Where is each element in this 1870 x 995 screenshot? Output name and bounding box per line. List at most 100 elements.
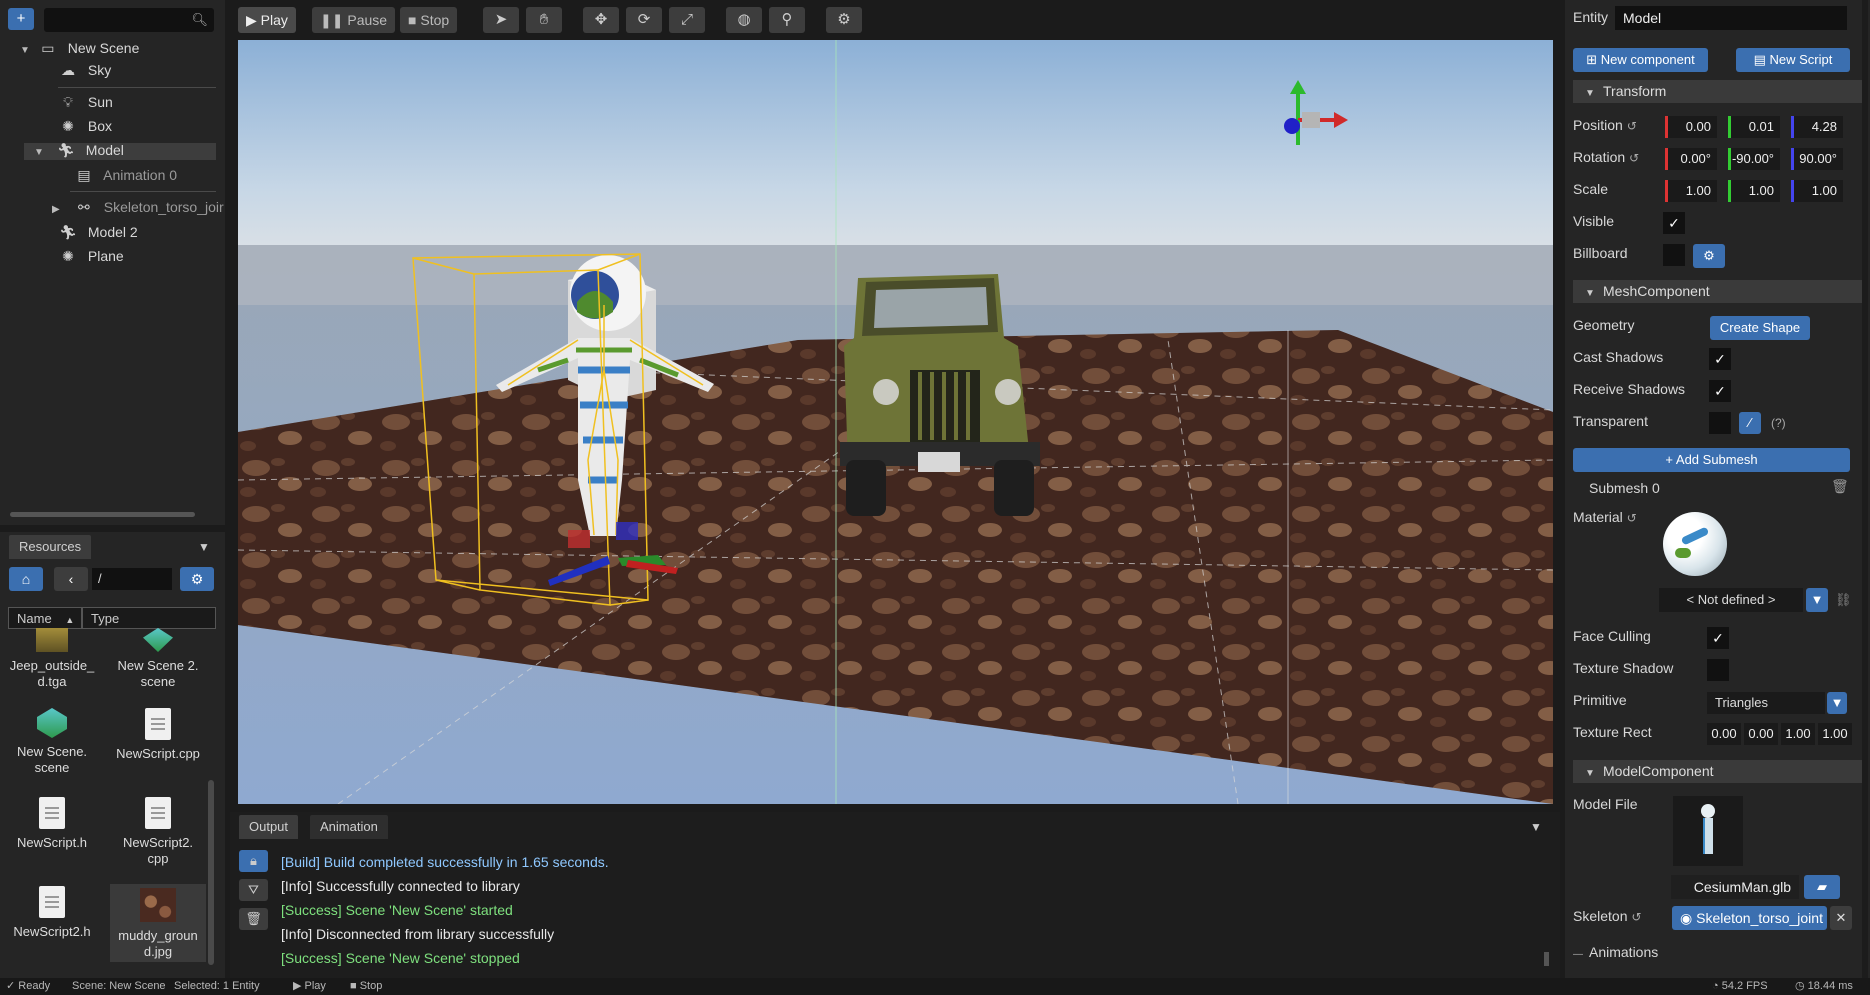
file-item[interactable]: NewScript.h (2, 797, 102, 851)
transform-header[interactable]: ▼ Transform (1573, 80, 1863, 103)
path-input[interactable]: / (92, 568, 172, 590)
file-item[interactable]: New Scene 2. scene (108, 628, 208, 690)
lock-button[interactable]: 🔒︎ (239, 850, 268, 872)
stop-button[interactable]: ■ Stop (400, 7, 458, 33)
global-space-button[interactable]: ◍ (726, 7, 762, 33)
help-hint[interactable]: (?) (1771, 416, 1786, 430)
scale-x-input[interactable]: 1.00 (1665, 180, 1717, 202)
back-button[interactable]: ‹ (54, 567, 88, 591)
transparent-checkbox[interactable] (1709, 412, 1731, 434)
texture-rect-y-input[interactable]: 0.00 (1744, 723, 1778, 745)
status-stop-button[interactable]: ■ Stop (350, 978, 382, 995)
rotate-tool-button[interactable]: ⟳ (626, 7, 662, 33)
receive-shadows-checkbox[interactable]: ✓ (1709, 380, 1731, 402)
output-scrollbar[interactable] (1544, 952, 1549, 966)
column-header-type[interactable]: Type (82, 607, 216, 629)
unlink-icon[interactable]: ⛓ (1835, 592, 1852, 608)
new-script-button[interactable]: ▤ New Script (1736, 48, 1850, 72)
scale-y-input[interactable]: 1.00 (1728, 180, 1780, 202)
texture-rect-w-input[interactable]: 1.00 (1781, 723, 1815, 745)
tree-item-sun[interactable]: 💡︎ Sun (58, 91, 113, 113)
primitive-select[interactable]: Triangles (1707, 692, 1825, 714)
move-tool-button[interactable]: ✥ (583, 7, 619, 33)
cast-shadows-checkbox[interactable]: ✓ (1709, 348, 1731, 370)
material-select[interactable]: < Not defined > (1659, 588, 1803, 612)
panel-menu-icon[interactable]: ▼ (198, 540, 210, 554)
output-menu-icon[interactable]: ▼ (1530, 820, 1542, 834)
column-header-name[interactable]: Name ▲ (8, 607, 82, 629)
tab-output[interactable]: Output (239, 815, 299, 839)
tree-item-model-2[interactable]: 🏃︎ Model 2 (58, 221, 138, 243)
filter-button[interactable]: ⛛ (239, 879, 268, 901)
pause-button[interactable]: ❚❚ Pause (312, 7, 396, 33)
create-shape-button[interactable]: Create Shape (1710, 316, 1810, 340)
new-component-button[interactable]: ⊞ New component (1573, 48, 1708, 72)
file-item-selected[interactable]: muddy_groun d.jpg (110, 884, 206, 962)
file-item[interactable]: New Scene. scene (2, 708, 102, 776)
reset-icon[interactable]: ↺ (1629, 151, 1639, 165)
scene-search-input[interactable]: 🔍︎ (44, 8, 214, 32)
tree-horizontal-scrollbar[interactable] (10, 512, 195, 517)
tab-resources[interactable]: Resources (9, 535, 92, 559)
add-submesh-button[interactable]: + Add Submesh (1573, 448, 1850, 472)
position-y-input[interactable]: 0.01 (1728, 116, 1780, 138)
position-z-input[interactable]: 4.28 (1791, 116, 1843, 138)
texture-rect-x-input[interactable]: 0.00 (1707, 723, 1741, 745)
file-item[interactable]: NewScript2.h (2, 886, 102, 940)
model-thumbnail[interactable] (1673, 796, 1743, 866)
select-tool-button[interactable]: ➤ (483, 7, 519, 33)
transparency-tool-button[interactable]: ⁄ (1739, 412, 1761, 434)
scale-tool-button[interactable]: ⤢ (669, 7, 705, 33)
tab-animation[interactable]: Animation (310, 815, 388, 839)
tree-item-sky[interactable]: ☁ Sky (58, 59, 111, 81)
resources-settings-button[interactable]: ⚙ (180, 567, 214, 591)
add-entity-button[interactable]: + (8, 8, 34, 30)
open-model-file-button[interactable]: ▰ (1804, 875, 1840, 899)
texture-rect-h-input[interactable]: 1.00 (1818, 723, 1852, 745)
tree-item-animation[interactable]: ▤ Animation 0 (74, 164, 177, 186)
clear-skeleton-button[interactable]: ✕ (1830, 906, 1852, 930)
scene-viewport[interactable] (238, 40, 1553, 804)
primitive-dropdown-button[interactable]: ▼ (1827, 692, 1847, 714)
model-component-header[interactable]: ▼ ModelComponent (1573, 760, 1863, 783)
delete-submesh-icon[interactable]: 🗑︎ (1831, 478, 1849, 495)
rotation-z-input[interactable]: 90.00° (1791, 148, 1843, 170)
rotation-y-input[interactable]: -90.00° (1728, 148, 1780, 170)
tree-item-model[interactable]: ▼ 🏃︎ Model (34, 139, 124, 161)
hand-tool-button[interactable]: ✋︎ (526, 7, 562, 33)
texture-shadow-checkbox[interactable] (1707, 659, 1729, 681)
tree-item-box[interactable]: ✺ Box (58, 115, 112, 137)
reset-icon[interactable]: ↺ (1627, 119, 1637, 133)
expand-arrow-icon[interactable]: ▼ (20, 40, 34, 62)
entity-name-input[interactable]: Model (1615, 6, 1847, 30)
reset-icon[interactable]: ↺ (1631, 910, 1641, 924)
scene-settings-button[interactable]: ⚙ (826, 7, 862, 33)
position-x-input[interactable]: 0.00 (1665, 116, 1717, 138)
model-file-input[interactable]: CesiumMan.glb (1671, 875, 1799, 899)
inspector-scrollbar-track[interactable] (1862, 0, 1868, 978)
rotation-x-input[interactable]: 0.00° (1665, 148, 1717, 170)
file-item[interactable]: Jeep_outside_ d.tga (2, 628, 102, 690)
visible-checkbox[interactable]: ✓ (1663, 212, 1685, 234)
file-item[interactable]: NewScript.cpp (108, 708, 208, 762)
material-preview[interactable] (1663, 512, 1727, 576)
expand-arrow-icon[interactable]: ▼ (34, 142, 48, 164)
tree-item-plane[interactable]: ✺ Plane (58, 245, 124, 267)
play-button[interactable]: ▶ Play (238, 7, 296, 33)
collapse-arrow-icon[interactable]: ▶ (52, 199, 66, 221)
animations-header[interactable]: — Animations (1573, 944, 1658, 960)
face-culling-checkbox[interactable]: ✓ (1707, 627, 1729, 649)
pivot-button[interactable]: ⚲ (769, 7, 805, 33)
billboard-checkbox[interactable] (1663, 244, 1685, 266)
home-button[interactable]: ⌂ (9, 567, 43, 591)
mesh-component-header[interactable]: ▼ MeshComponent (1573, 280, 1863, 303)
reset-icon[interactable]: ↺ (1627, 511, 1637, 525)
material-dropdown-button[interactable]: ▼ (1806, 588, 1828, 612)
tree-item-skeleton[interactable]: ▶ ⚯ Skeleton_torso_joir (52, 196, 224, 218)
status-play-button[interactable]: ▶ Play (293, 978, 326, 995)
resources-scrollbar[interactable] (208, 780, 214, 965)
skeleton-link[interactable]: ◉ Skeleton_torso_joint (1672, 906, 1827, 930)
billboard-settings-button[interactable]: ⚙ (1693, 244, 1725, 268)
file-item[interactable]: NewScript2. cpp (108, 797, 208, 867)
tree-item-new-scene[interactable]: ▼ ▭ New Scene (20, 37, 139, 59)
